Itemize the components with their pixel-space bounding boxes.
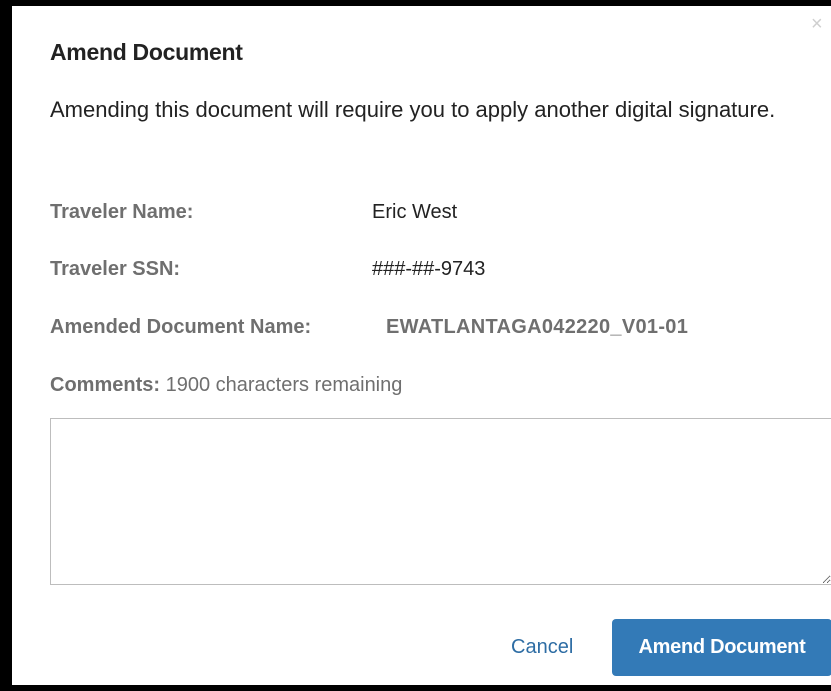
dialog-title: Amend Document <box>50 39 243 65</box>
characters-remaining: 1900 characters remaining <box>165 374 403 396</box>
comments-label: Comments: <box>50 374 161 396</box>
close-icon[interactable]: × <box>811 14 823 34</box>
amended-document-name-value: EWATLANTAGA042220_V01-01 <box>386 316 689 338</box>
traveler-ssn-value: ###-##-9743 <box>372 258 486 280</box>
cancel-button[interactable]: Cancel <box>511 636 573 659</box>
comments-header: Comments: 1900 characters remaining <box>50 374 402 397</box>
dialog-message: Amending this document will require you … <box>50 97 776 122</box>
traveler-name-value: Eric West <box>372 201 458 223</box>
traveler-ssn-label: Traveler SSN: <box>50 258 181 280</box>
traveler-name-label: Traveler Name: <box>50 201 194 223</box>
amended-document-name-label: Amended Document Name: <box>50 316 312 338</box>
amend-document-button[interactable]: Amend Document <box>612 619 831 676</box>
comments-textarea[interactable] <box>50 418 831 585</box>
amend-document-dialog: × Amend Document Amending this document … <box>0 0 831 691</box>
